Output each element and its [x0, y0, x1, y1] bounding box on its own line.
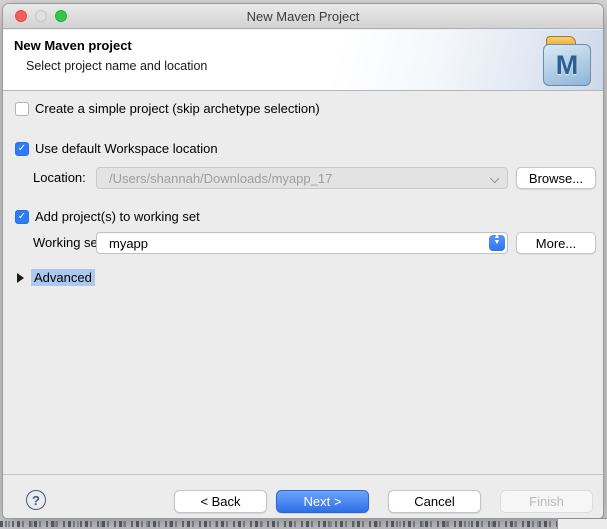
- browse-button[interactable]: Browse...: [516, 167, 596, 189]
- background-desktop-strip: [0, 521, 607, 527]
- maven-letter: M: [555, 49, 579, 80]
- more-button[interactable]: More...: [516, 232, 596, 254]
- default-location-checkbox[interactable]: [15, 141, 29, 156]
- close-button[interactable]: [15, 10, 27, 22]
- maven-letter-box-icon: M: [543, 44, 591, 86]
- location-label: Location:: [33, 170, 86, 185]
- default-location-row[interactable]: Use default Workspace location: [15, 141, 603, 156]
- title-bar[interactable]: New Maven Project: [3, 4, 603, 29]
- working-set-combo[interactable]: myapp ▲ ▼: [96, 232, 508, 254]
- default-location-label: Use default Workspace location: [35, 141, 218, 156]
- simple-project-label: Create a simple project (skip archetype …: [35, 101, 320, 116]
- finish-button: Finish: [500, 490, 593, 513]
- next-button[interactable]: Next >: [276, 490, 369, 513]
- disclosure-triangle-icon[interactable]: [17, 272, 24, 283]
- working-set-checkbox[interactable]: [15, 209, 29, 224]
- window-title: New Maven Project: [246, 9, 360, 24]
- advanced-toggle[interactable]: Advanced: [17, 269, 95, 286]
- simple-project-checkbox[interactable]: [15, 101, 29, 116]
- chevron-down-icon: [489, 173, 500, 184]
- working-set-value: myapp: [109, 235, 149, 251]
- new-maven-project-dialog: New Maven Project New Maven project Sele…: [2, 3, 604, 519]
- location-combo: /Users/shannah/Downloads/myapp_17: [96, 167, 508, 189]
- page-title: New Maven project: [14, 38, 132, 53]
- working-set-label: Working set:: [33, 235, 106, 250]
- cancel-button[interactable]: Cancel: [388, 490, 481, 513]
- page-subtitle: Select project name and location: [26, 59, 208, 73]
- background-window-corner: [557, 518, 607, 529]
- working-set-toggle-label: Add project(s) to working set: [35, 209, 200, 224]
- wizard-header: New Maven project Select project name an…: [3, 30, 603, 91]
- simple-project-row[interactable]: Create a simple project (skip archetype …: [15, 101, 603, 116]
- help-button[interactable]: ?: [26, 490, 46, 510]
- advanced-label: Advanced: [31, 269, 95, 286]
- back-button[interactable]: < Back: [174, 490, 267, 513]
- help-icon: ?: [32, 492, 40, 508]
- maven-icon: M: [543, 36, 593, 86]
- minimize-button: [35, 10, 47, 22]
- location-value: /Users/shannah/Downloads/myapp_17: [109, 170, 333, 186]
- combo-stepper-icon[interactable]: ▲ ▼: [489, 233, 505, 251]
- zoom-button[interactable]: [55, 10, 67, 22]
- working-set-toggle-row[interactable]: Add project(s) to working set: [15, 209, 603, 224]
- footer-divider: [3, 474, 603, 475]
